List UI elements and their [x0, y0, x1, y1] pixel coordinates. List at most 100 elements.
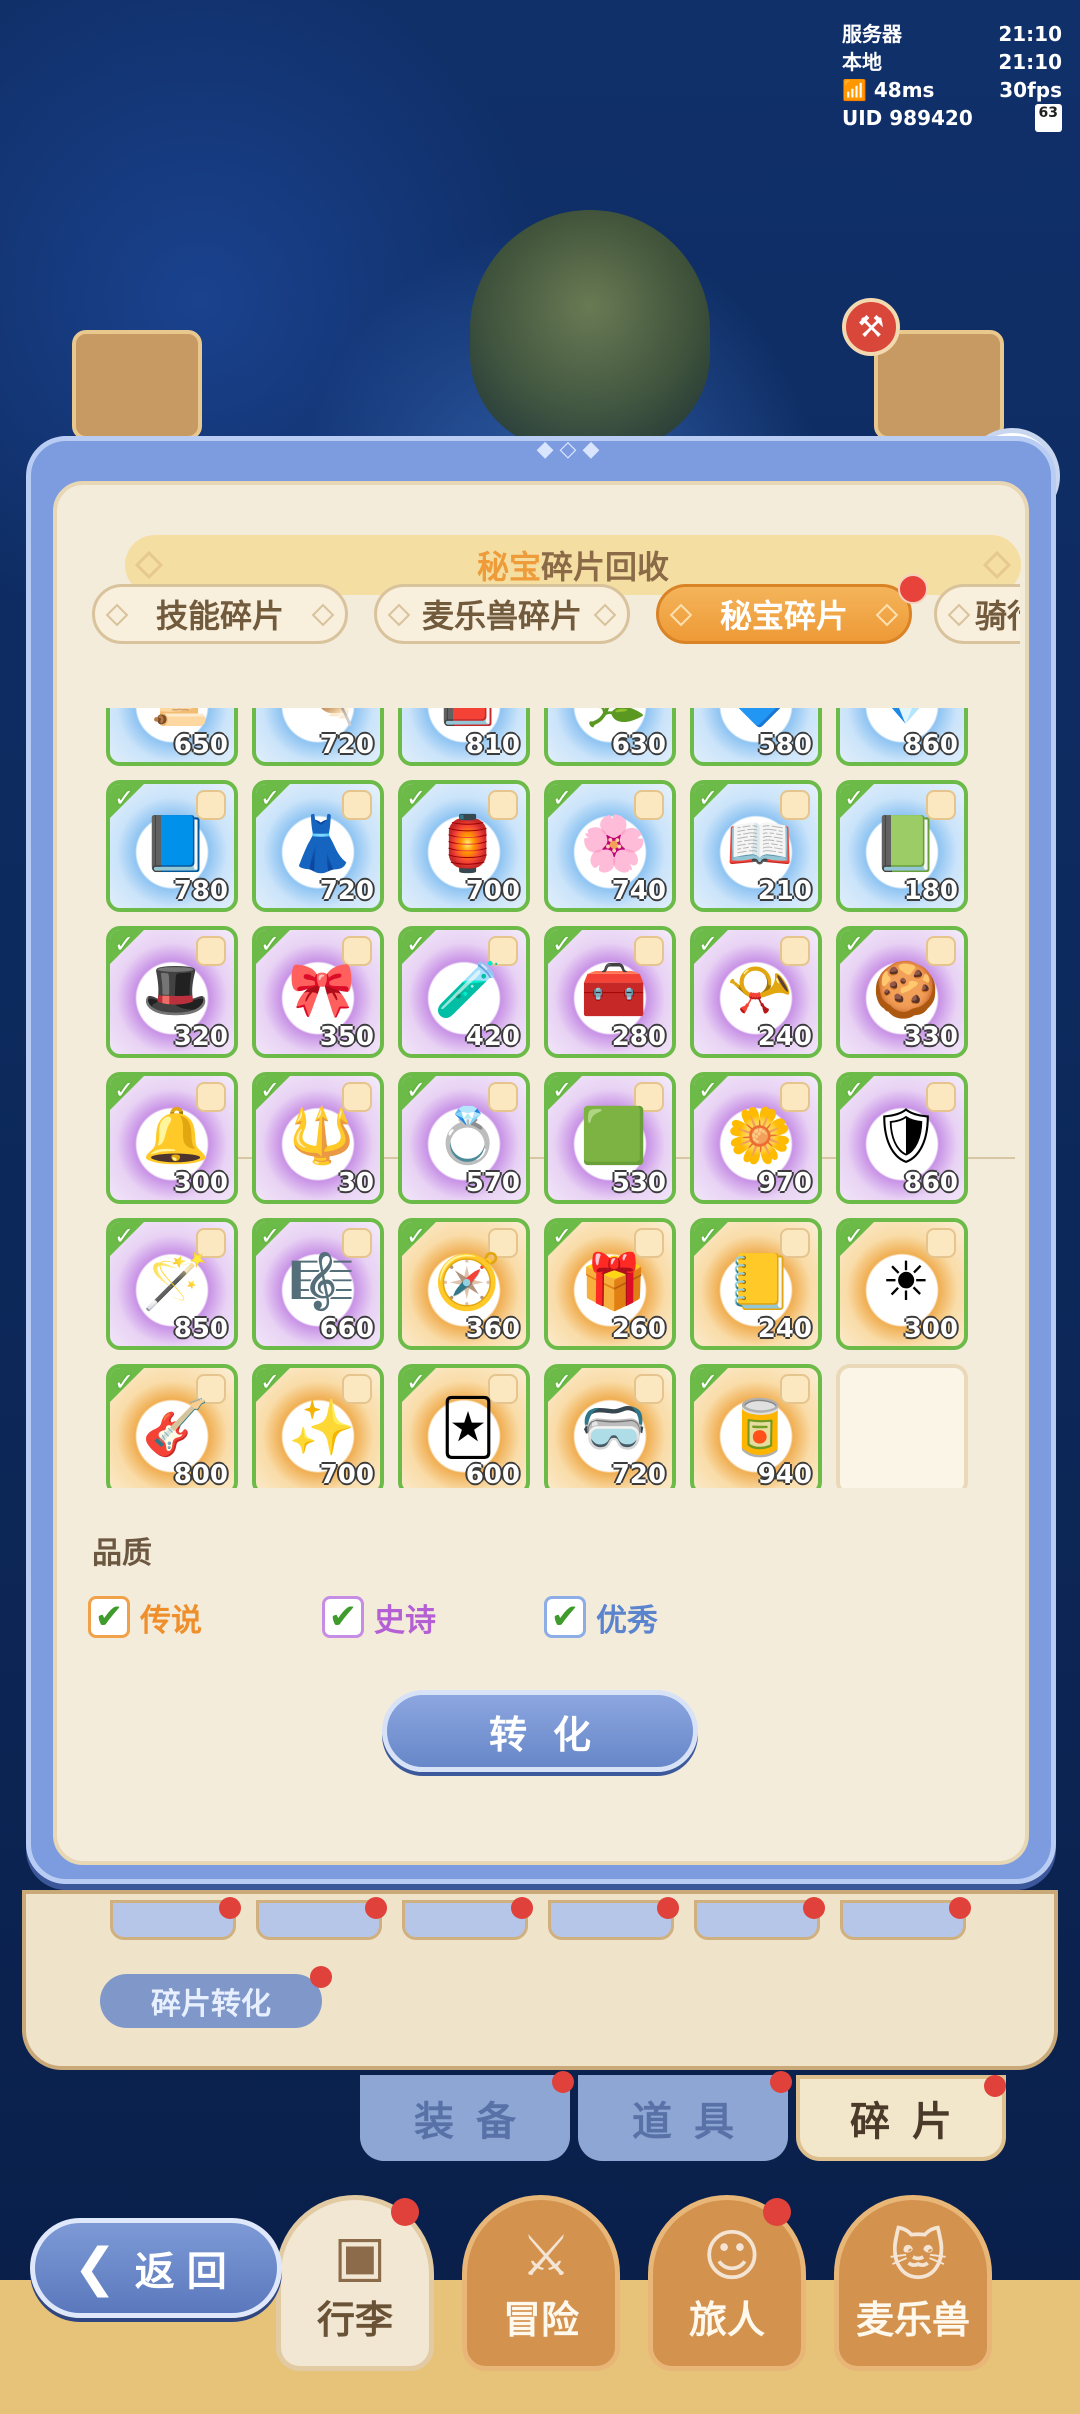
- checkmark-icon: ✓: [552, 930, 573, 958]
- fragment-count: 350: [319, 1022, 374, 1052]
- fragment-cell[interactable]: ✓ 🧭 360: [398, 1218, 530, 1350]
- ping-value: 48ms: [873, 78, 935, 102]
- fragment-count: 700: [465, 876, 520, 906]
- back-button[interactable]: ❮ 返回: [30, 2218, 282, 2318]
- nav-traveler-label: 旅人: [688, 2298, 765, 2342]
- emerald-icon: 🟩: [580, 1104, 648, 1167]
- fragment-cell[interactable]: ✓ 🌼 970: [690, 1072, 822, 1204]
- nav-adventure-label: 冒险: [502, 2298, 579, 2342]
- checkbox-epic[interactable]: ✔: [322, 1596, 364, 1638]
- fragment-cell[interactable]: ✓ 🥫 940: [690, 1364, 822, 1488]
- fragment-count: 800: [173, 1460, 228, 1488]
- notification-dot: [763, 2198, 791, 2226]
- wand-icon: 🪄: [142, 1250, 210, 1313]
- status-hud: 服务器 21:10 本地 21:10 📶 48ms 30fps UID 989420 6…: [842, 20, 1062, 132]
- tab-mount-fragments[interactable]: 骑行: [934, 584, 1020, 644]
- fragment-cell[interactable]: ✓ 🪄 850: [106, 1218, 238, 1350]
- fragment-cell[interactable]: ✓ ✨ 700: [252, 1364, 384, 1488]
- tab-ornament-icon: [593, 603, 617, 627]
- fragment-count: 30: [337, 1168, 374, 1198]
- fragment-cell[interactable]: ✓ 🎩 320: [106, 926, 238, 1058]
- nav-adventure[interactable]: ⚔ 冒险: [462, 2195, 620, 2371]
- tab-treasure-fragments[interactable]: 秘宝碎片: [656, 584, 912, 644]
- tab-treasure-fragments-label: 秘宝碎片: [719, 597, 848, 635]
- checkmark-icon: ✓: [552, 1368, 573, 1396]
- fragment-cell[interactable]: ✓ 🟩 530: [544, 1072, 676, 1204]
- plate-icon: 🍪: [872, 958, 940, 1021]
- checkbox-fine[interactable]: ✔: [544, 1596, 586, 1638]
- fragment-cell[interactable]: ✓📕810: [398, 708, 530, 766]
- tab-pet-fragments[interactable]: 麦乐兽碎片: [374, 584, 630, 644]
- fragment-cell[interactable]: ✓ 🎼 660: [252, 1218, 384, 1350]
- fragment-cell[interactable]: ✓ 🍪 330: [836, 926, 968, 1058]
- checkmark-icon: ✓: [260, 1076, 281, 1104]
- checkmark-icon: ✓: [114, 1222, 135, 1250]
- fragment-cell[interactable]: ✓📜650: [106, 708, 238, 766]
- fragment-cell[interactable]: ✓ 🧰 280: [544, 926, 676, 1058]
- nav-luggage[interactable]: ▣ 行李: [276, 2195, 434, 2371]
- fragment-grid[interactable]: ✓📜650✓🪶720✓📕810✓🌿630✓🔷580✓💎860 ✓📘780✓👗720…: [106, 708, 974, 1488]
- fragment-cell[interactable]: ✓ 🧪 420: [398, 926, 530, 1058]
- fragment-count: 740: [611, 876, 666, 906]
- tab-fragments-label: 碎片: [850, 2099, 974, 2145]
- fragment-count: 240: [757, 1022, 812, 1052]
- fragment-cell[interactable]: ✓ 📖 210: [690, 780, 822, 912]
- fragment-cell[interactable]: ✓ 👗 720: [252, 780, 384, 912]
- fragment-count: 530: [611, 1168, 666, 1198]
- checkbox-legendary[interactable]: ✔: [88, 1596, 130, 1638]
- fragment-cell[interactable]: ✓🌿630: [544, 708, 676, 766]
- tab-skill-fragments[interactable]: 技能碎片: [92, 584, 348, 644]
- potion-icon: 🧪: [434, 958, 502, 1021]
- nav-traveler[interactable]: ☺ 旅人: [648, 2195, 806, 2371]
- fragment-cell[interactable]: ✓ 🏮 700: [398, 780, 530, 912]
- filter-legendary[interactable]: ✔ 传说: [88, 1594, 202, 1640]
- filter-fine[interactable]: ✔ 优秀: [544, 1594, 658, 1640]
- local-label: 本地: [842, 50, 882, 74]
- ledger-icon: 📒: [726, 1250, 794, 1313]
- fragment-cell[interactable]: ✓ 🌸 740: [544, 780, 676, 912]
- notification-dot: [984, 2075, 1006, 2097]
- background-item-slot: [548, 1897, 679, 1940]
- fragment-cell[interactable]: ✓ 🥽 720: [544, 1364, 676, 1488]
- back-button-label: 返回: [134, 2249, 239, 2295]
- fragment-convert-chip[interactable]: 碎片转化: [100, 1966, 332, 2028]
- trident-icon: 🔱: [288, 1104, 356, 1167]
- notification-dot: [949, 1897, 971, 1919]
- fragment-cell[interactable]: ✓ 🎁 260: [544, 1218, 676, 1350]
- notification-dot: [219, 1897, 241, 1919]
- tab-fragments[interactable]: 碎片: [796, 2075, 1006, 2161]
- fragment-cell[interactable]: ✓ 📗 180: [836, 780, 968, 912]
- checkmark-icon: ✓: [114, 930, 135, 958]
- checkmark-icon: ✓: [698, 1368, 719, 1396]
- checkmark-icon: ✓: [844, 930, 865, 958]
- tab-items[interactable]: 道具: [578, 2071, 792, 2161]
- fragment-count: 320: [173, 1022, 228, 1052]
- fragment-cell[interactable]: ✓ ☀ 300: [836, 1218, 968, 1350]
- fragment-cell[interactable]: ✓ 📘 780: [106, 780, 238, 912]
- background-item-slot: [402, 1897, 533, 1940]
- title-ornament-icon: [982, 550, 1012, 580]
- fragment-cell[interactable]: ✓ 📯 240: [690, 926, 822, 1058]
- fragment-cell[interactable]: ✓ 🎀 350: [252, 926, 384, 1058]
- filter-epic[interactable]: ✔ 史诗: [322, 1594, 436, 1640]
- fragment-cell[interactable]: ✓ 💍 570: [398, 1072, 530, 1204]
- nav-pet[interactable]: 🐱 麦乐兽: [834, 2195, 992, 2371]
- fragment-cell[interactable]: ✓🔷580: [690, 708, 822, 766]
- fragment-cell[interactable]: ✓ 🃏 600: [398, 1364, 530, 1488]
- tab-ornament-icon: [311, 603, 335, 627]
- fragment-cell[interactable]: ✓ 🔱 30: [252, 1072, 384, 1204]
- dialog-ornament: ◆◇◆: [536, 437, 606, 462]
- fragment-cell[interactable]: ✓🪶720: [252, 708, 384, 766]
- battery-indicator: 63: [1034, 104, 1062, 132]
- fragment-count: 660: [319, 1314, 374, 1344]
- fragment-cell[interactable]: ✓💎860: [836, 708, 968, 766]
- convert-button[interactable]: 转化: [382, 1690, 698, 1772]
- fragment-count: 650: [173, 730, 228, 760]
- tab-equipment[interactable]: 装备: [360, 2071, 574, 2161]
- fragment-cell[interactable]: ✓ 🔔 300: [106, 1072, 238, 1204]
- sun-medallion-icon: ☀: [881, 1250, 931, 1313]
- fragment-cell[interactable]: ✓ 🛡 860: [836, 1072, 968, 1204]
- fragment-cell[interactable]: ✓ 📒 240: [690, 1218, 822, 1350]
- fragment-count: 210: [757, 876, 812, 906]
- fragment-cell[interactable]: ✓ 🎸 800: [106, 1364, 238, 1488]
